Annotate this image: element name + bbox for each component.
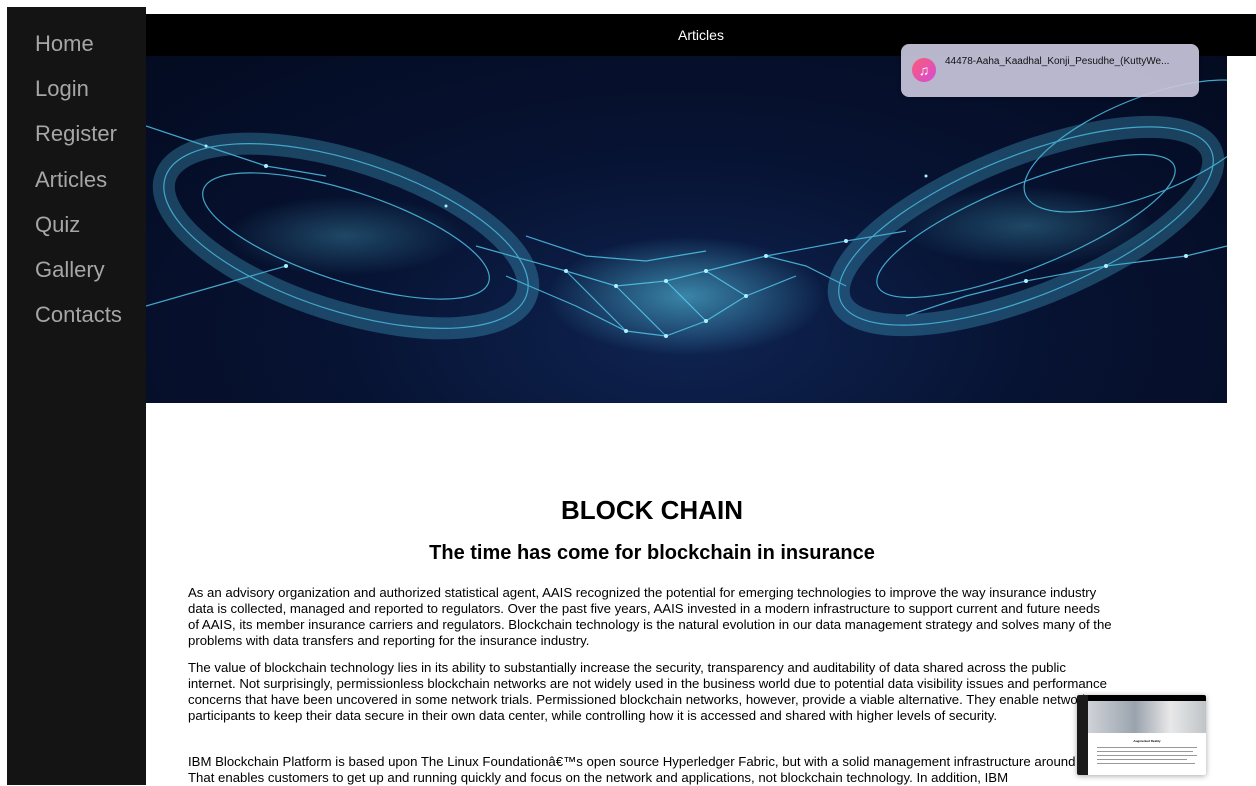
- hero-image: [146, 56, 1227, 403]
- sidebar-menu: Home Login Register Articles Quiz Galler…: [7, 30, 122, 346]
- thumbnail-hero-image: [1088, 701, 1206, 733]
- article-paragraph: The value of blockchain technology lies …: [188, 660, 1107, 723]
- thumbnail-text-line: [1097, 747, 1197, 748]
- notification-text: 44478-Aaha_Kaadhal_Konji_Pesudhe_(KuttyW…: [945, 56, 1170, 67]
- article-title: BLOCK CHAIN: [561, 495, 743, 525]
- sidebar-item-quiz[interactable]: Quiz: [7, 211, 122, 256]
- sidebar-item-gallery[interactable]: Gallery: [7, 256, 122, 301]
- thumbnail-title: Augmented Reality: [1133, 739, 1161, 743]
- sidebar-item-contacts[interactable]: Contacts: [7, 301, 122, 346]
- blockchain-handshake-icon: [146, 79, 1227, 356]
- thumbnail-text-line: [1097, 751, 1193, 752]
- sidebar-item-login[interactable]: Login: [7, 75, 122, 120]
- thumbnail-sidebar: [1077, 695, 1088, 775]
- screenshot-thumbnail[interactable]: Augmented Reality: [1077, 695, 1206, 775]
- article-subtitle: The time has come for blockchain in insu…: [429, 542, 875, 564]
- article-paragraph: As an advisory organization and authoriz…: [188, 585, 1112, 648]
- sidebar-item-register[interactable]: Register: [7, 120, 122, 165]
- sidebar: Home Login Register Articles Quiz Galler…: [7, 7, 146, 785]
- music-notification[interactable]: ♫ 44478-Aaha_Kaadhal_Konji_Pesudhe_(Kutt…: [901, 44, 1199, 97]
- sidebar-item-home[interactable]: Home: [7, 30, 122, 75]
- thumbnail-text-line: [1097, 763, 1195, 764]
- thumbnail-text-line: [1097, 755, 1197, 756]
- sidebar-item-articles[interactable]: Articles: [7, 166, 122, 211]
- thumbnail-text-line: [1097, 759, 1187, 760]
- music-note-icon: ♫: [912, 58, 936, 82]
- article-paragraph: IBM Blockchain Platform is based upon Th…: [188, 754, 1090, 785]
- page-title: Articles: [678, 27, 724, 43]
